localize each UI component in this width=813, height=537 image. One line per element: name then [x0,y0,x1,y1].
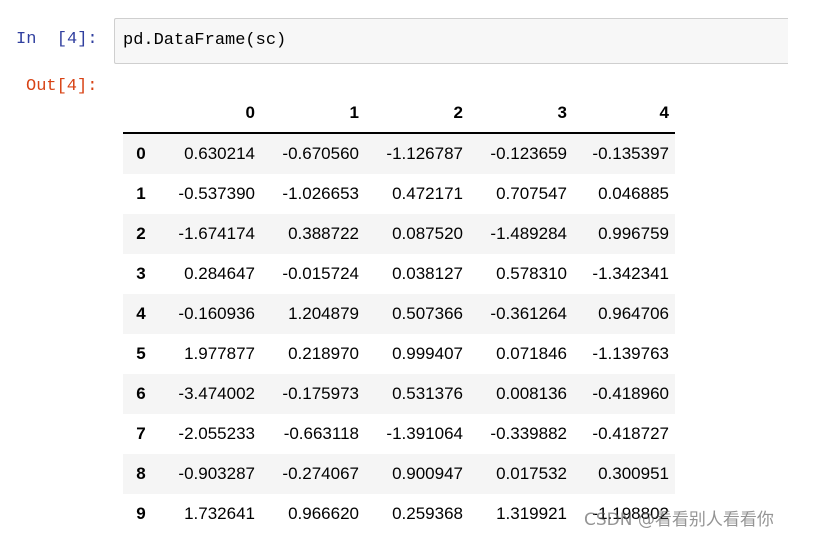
table-cell: 0.300951 [598,464,669,483]
table-cell: -0.339882 [490,424,567,443]
table-cell: -0.670560 [282,144,359,163]
table-cell: -0.123659 [490,144,567,163]
table-row: 2 -1.674174 0.388722 0.087520 -1.489284 … [123,214,675,254]
table-cell: -0.903287 [178,464,255,483]
index-header [123,94,159,134]
table-cell: 0.472171 [392,184,463,203]
row-index: 0 [136,144,146,163]
table-cell: 0.630214 [184,144,255,163]
table-cell: 0.966620 [288,504,359,523]
table-cell: -1.391064 [386,424,463,443]
table-cell: 0.507366 [392,304,463,323]
table-cell: 0.017532 [496,464,567,483]
row-index: 2 [136,224,146,243]
table-cell: 0.259368 [392,504,463,523]
row-index: 8 [136,464,146,483]
row-index: 9 [136,504,146,523]
table-cell: -1.674174 [178,224,255,243]
table-row: 6 -3.474002 -0.175973 0.531376 0.008136 … [123,374,675,414]
row-index: 6 [136,384,146,403]
row-index: 5 [136,344,146,363]
table-cell: -0.537390 [178,184,255,203]
table-cell: -0.274067 [282,464,359,483]
table-cell: -1.139763 [592,344,669,363]
column-header: 4 [573,94,675,134]
table-row: 7 -2.055233 -0.663118 -1.391064 -0.33988… [123,414,675,454]
table-cell: -1.126787 [386,144,463,163]
row-index: 7 [136,424,146,443]
table-cell: -1.489284 [490,224,567,243]
table-cell: 0.707547 [496,184,567,203]
table-cell: 1.319921 [496,504,567,523]
table-cell: -0.175973 [282,384,359,403]
table-cell: 0.578310 [496,264,567,283]
table-cell: 0.531376 [392,384,463,403]
table-header-row: 0 1 2 3 4 [123,94,675,134]
table-cell: 0.218970 [288,344,359,363]
code-text[interactable]: pd.DataFrame(sc) [123,31,286,50]
table-cell: 1.732641 [184,504,255,523]
table-row: 3 0.284647 -0.015724 0.038127 0.578310 -… [123,254,675,294]
column-header: 2 [365,94,469,134]
table-row: 0 0.630214 -0.670560 -1.126787 -0.123659… [123,133,675,174]
input-prompt: In [4]: [16,30,98,49]
table-cell: 0.900947 [392,464,463,483]
table-cell: -0.663118 [283,424,359,443]
table-cell: 0.964706 [598,304,669,323]
table-cell: -2.055233 [178,424,255,443]
table-cell: 0.284647 [184,264,255,283]
table-cell: -1.342341 [592,264,669,283]
table-cell: 0.087520 [392,224,463,243]
row-index: 4 [136,304,146,323]
table-cell: 0.999407 [392,344,463,363]
table-row: 8 -0.903287 -0.274067 0.900947 0.017532 … [123,454,675,494]
column-header: 1 [261,94,365,134]
table-cell: 0.996759 [598,224,669,243]
table-cell: 1.204879 [288,304,359,323]
table-cell: 0.008136 [496,384,567,403]
table-cell: -0.160936 [178,304,255,323]
column-header: 3 [469,94,573,134]
table-row: 1 -0.537390 -1.026653 0.472171 0.707547 … [123,174,675,214]
table-cell: -0.418960 [592,384,669,403]
table-cell: -0.361264 [490,304,567,323]
table-cell: 0.071846 [496,344,567,363]
output-prompt: Out[4]: [26,77,98,96]
table-cell: 1.977877 [184,344,255,363]
table-cell: -1.026653 [282,184,359,203]
table-row: 4 -0.160936 1.204879 0.507366 -0.361264 … [123,294,675,334]
watermark: CSDN @看看别人看看你 [584,510,774,530]
row-index: 3 [136,264,146,283]
table-cell: 0.046885 [598,184,669,203]
table-cell: -0.418727 [592,424,669,443]
row-index: 1 [136,184,146,203]
table-cell: -0.015724 [282,264,359,283]
column-header: 0 [159,94,261,134]
code-cell-editor[interactable]: pd.DataFrame(sc) [114,18,788,64]
table-cell: 0.388722 [288,224,359,243]
table-cell: -0.135397 [592,144,669,163]
dataframe-table: 0 1 2 3 4 0 0.630214 -0.670560 -1.126787… [123,94,675,534]
table-cell: 0.038127 [392,264,463,283]
table-cell: -3.474002 [178,384,255,403]
table-row: 5 1.977877 0.218970 0.999407 0.071846 -1… [123,334,675,374]
